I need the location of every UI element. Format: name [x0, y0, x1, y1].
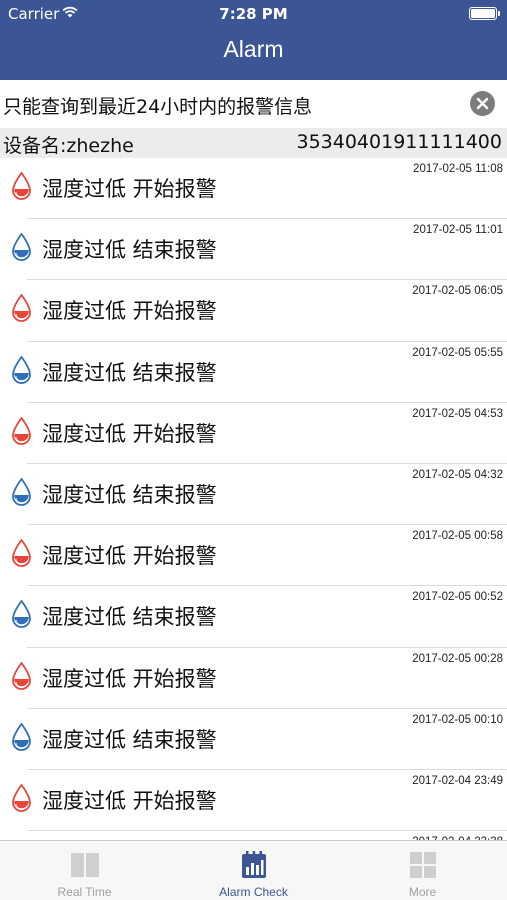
close-icon [476, 97, 489, 110]
water-drop-red-icon [12, 172, 31, 200]
alarm-message: 湿度过低 结束报警 [42, 605, 217, 630]
alarm-row[interactable]: 湿度过低 开始报警 2017-02-05 06:05 [0, 280, 507, 342]
device-header: 设备名:zhezhe 35340401911111400 [0, 128, 507, 158]
page-title: Alarm [223, 36, 284, 62]
water-drop-blue-icon [12, 600, 31, 629]
alarm-message: 湿度过低 开始报警 [42, 421, 217, 446]
alarm-row[interactable]: 湿度过低 结束报警 2017-02-05 00:52 [0, 586, 507, 648]
close-banner-button[interactable] [470, 91, 495, 116]
status-bar: Carrier 7:28 PM [0, 0, 507, 28]
clock: 7:28 PM [219, 5, 288, 23]
alarm-row[interactable]: 湿度过低 开始报警 2017-02-05 11:08 [0, 158, 507, 220]
app-screen: Carrier 7:28 PM Alarm 只能查询到最近24小时内的报警信息 … [0, 0, 507, 900]
alarm-row[interactable]: 湿度过低 开始报警 2017-02-05 00:28 [0, 648, 507, 709]
tab-label: Alarm Check [219, 885, 288, 899]
alarm-message: 湿度过低 开始报警 [42, 177, 217, 201]
alarm-message: 湿度过低 开始报警 [42, 788, 217, 813]
alarm-row[interactable]: 湿度过低 开始报警 2017-02-04 23:49 [0, 770, 507, 832]
alarm-time: 2017-02-05 04:53 [412, 407, 503, 420]
water-drop-red-icon [12, 539, 31, 567]
alarm-check-icon [242, 851, 266, 878]
info-banner: 只能查询到最近24小时内的报警信息 [0, 80, 507, 128]
water-drop-red-icon [12, 416, 31, 445]
alarm-message: 湿度过低 开始报警 [42, 666, 217, 691]
alarm-row[interactable]: 湿度过低 结束报警 2017-02-05 04:32 [0, 464, 507, 526]
alarm-message: 湿度过低 开始报警 [42, 544, 217, 569]
alarm-time: 2017-02-05 05:55 [412, 346, 503, 359]
alarm-list[interactable]: 湿度过低 开始报警 2017-02-05 11:08 湿度过低 结束报警 201… [0, 158, 507, 840]
alarm-row[interactable]: 湿度过低 结束报警 2017-02-05 11:01 [0, 219, 507, 281]
alarm-row[interactable]: 湿度过低 开始报警 2017-02-05 00:58 [0, 525, 507, 587]
alarm-time: 2017-02-05 11:08 [413, 163, 503, 175]
alarm-time: 2017-02-05 00:10 [412, 713, 503, 726]
tab-more[interactable]: More [338, 841, 507, 900]
alarm-time: 2017-02-05 00:28 [412, 652, 503, 665]
alarm-message: 湿度过低 结束报警 [42, 238, 217, 263]
battery-icon [469, 7, 500, 20]
alarm-time: 2017-02-05 11:01 [413, 224, 503, 237]
alarm-row[interactable]: 湿度过低 结束报警 2017-02-05 00:10 [0, 709, 507, 770]
tab-label: More [408, 885, 437, 899]
water-drop-blue-icon [12, 355, 31, 384]
alarm-row[interactable]: 湿度过低 结束报警 2017-02-05 05:55 [0, 342, 507, 403]
alarm-time: 2017-02-05 00:52 [412, 591, 503, 604]
alarm-message: 湿度过低 结束报警 [42, 482, 217, 507]
alarm-row[interactable]: 湿度过低 开始报警 2017-02-05 04:53 [0, 403, 507, 464]
water-drop-blue-icon [12, 233, 31, 262]
tab-real-time[interactable]: Real Time [0, 841, 169, 900]
tab-alarm-check[interactable]: Alarm Check [169, 841, 338, 900]
water-drop-blue-icon [12, 722, 31, 751]
alarm-message: 湿度过低 结束报警 [42, 360, 217, 385]
alarm-time: 2017-02-05 04:32 [412, 468, 503, 481]
alarm-time: 2017-02-05 06:05 [412, 285, 503, 298]
navigation-bar: Carrier 7:28 PM Alarm [0, 0, 507, 80]
alarm-row[interactable]: 湿度过低 结束报警 2017-02-04 23:38 [0, 831, 507, 840]
water-drop-red-icon [12, 294, 31, 323]
more-grid-icon [410, 852, 436, 878]
alarm-message: 湿度过低 开始报警 [42, 299, 217, 324]
water-drop-red-icon [12, 783, 31, 812]
alarm-message: 湿度过低 结束报警 [42, 727, 217, 752]
water-drop-red-icon [12, 661, 31, 690]
alarm-time: 2017-02-05 00:58 [412, 530, 503, 543]
water-drop-blue-icon [12, 477, 31, 506]
device-id: 35340401911111400 [296, 131, 502, 153]
tab-bar: Real Time Alarm Check More [0, 840, 507, 900]
info-text: 只能查询到最近24小时内的报警信息 [3, 96, 313, 118]
tab-label: Real Time [57, 885, 112, 899]
device-name: 设备名:zhezhe [3, 135, 134, 157]
realtime-icon [71, 853, 99, 877]
alarm-time: 2017-02-04 23:49 [412, 774, 503, 787]
